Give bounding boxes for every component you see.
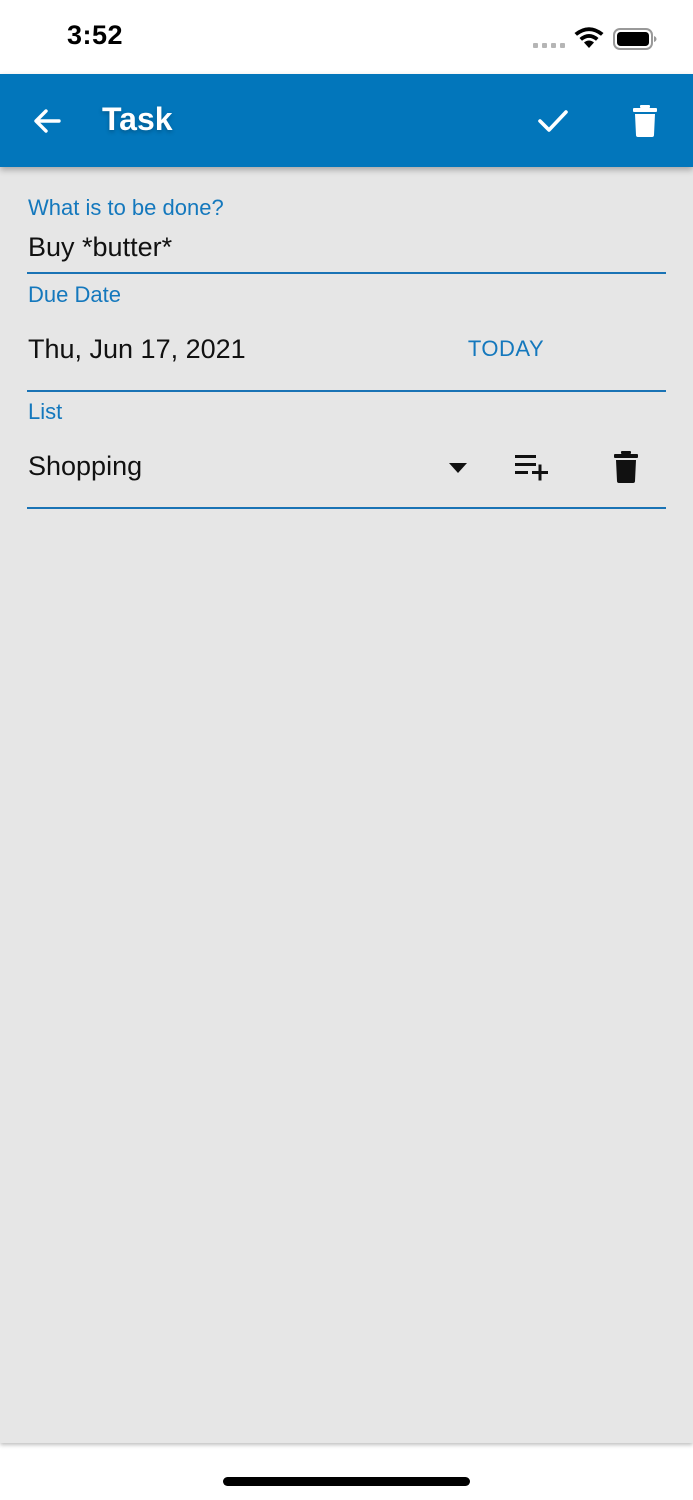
wifi-icon: [573, 26, 605, 50]
signal-icon: [533, 40, 565, 48]
list-label: List: [28, 399, 63, 424]
task-input-underline: [27, 272, 666, 274]
task-label: What is to be done?: [28, 195, 224, 220]
today-button[interactable]: TODAY: [458, 329, 554, 369]
due-date-field[interactable]: Thu, Jun 17, 2021: [28, 334, 246, 365]
arrow-back-icon: [34, 109, 61, 133]
battery-icon: [613, 28, 657, 50]
playlist-add-icon: [515, 455, 548, 481]
delete-list-button[interactable]: [604, 447, 648, 487]
task-form: What is to be done? Buy *butter* Due Dat…: [0, 167, 693, 1443]
add-list-button[interactable]: [510, 447, 554, 487]
task-input[interactable]: Buy *butter*: [28, 232, 172, 263]
trash-icon: [614, 451, 638, 483]
due-date-label: Due Date: [28, 282, 121, 307]
app-bar: Task: [0, 74, 693, 167]
status-bar: 3:52: [0, 0, 693, 74]
due-date-underline: [27, 390, 666, 392]
list-select[interactable]: Shopping: [28, 451, 142, 482]
page-title: Task: [102, 101, 173, 137]
save-button[interactable]: [530, 98, 576, 144]
home-indicator[interactable]: [223, 1477, 470, 1486]
check-icon: [538, 110, 568, 132]
dropdown-arrow-icon[interactable]: [448, 461, 468, 473]
delete-task-button[interactable]: [622, 98, 668, 144]
list-underline: [27, 507, 666, 509]
trash-icon: [633, 105, 657, 137]
back-button[interactable]: [24, 98, 70, 144]
status-time: 3:52: [67, 20, 124, 50]
